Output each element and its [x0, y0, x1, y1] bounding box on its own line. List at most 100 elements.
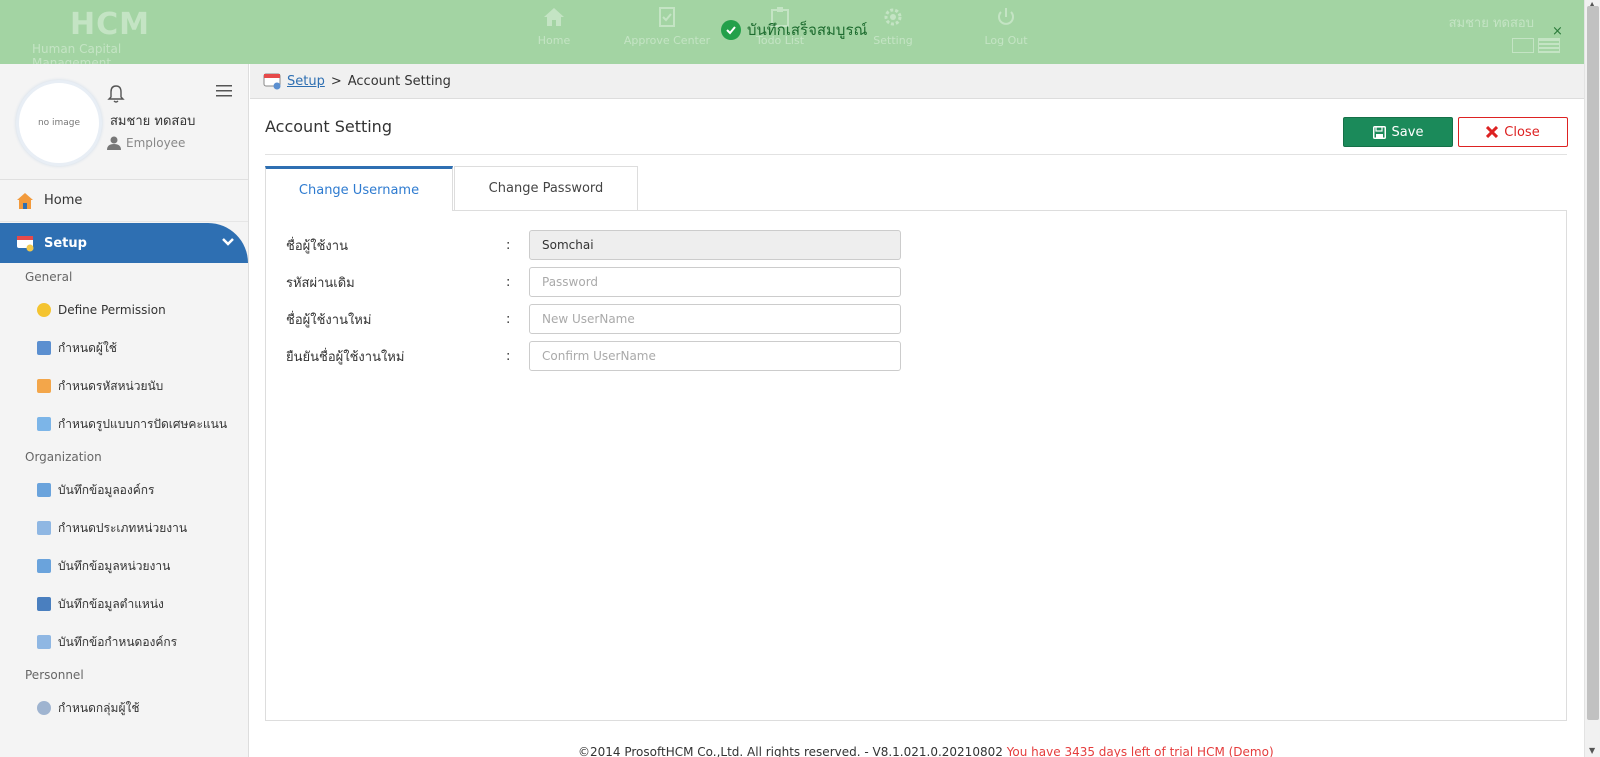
- profile-panel: no image สมชาย ทดสอบ Employee: [0, 64, 248, 180]
- sidebar: no image สมชาย ทดสอบ Employee Home Setup…: [0, 64, 249, 757]
- toast-message: บันทึกเสร็จสมบูรณ์: [747, 21, 868, 39]
- sidebar-item-home[interactable]: Home: [0, 180, 248, 222]
- old-password-field[interactable]: [529, 267, 901, 297]
- breadcrumb-link-setup[interactable]: Setup: [287, 74, 325, 89]
- nav-home[interactable]: Home: [499, 6, 609, 47]
- username-label: ชื่อผู้ใช้งาน: [286, 238, 348, 254]
- home-icon: [544, 8, 564, 26]
- footer-copyright: ©2014 ProsoftHCM Co.,Ltd. All rights res…: [578, 745, 1003, 757]
- sidebar-item-organization-data[interactable]: บันทึกข้อมูลองค์กร: [0, 471, 248, 509]
- scroll-down-icon[interactable]: ▼: [1589, 746, 1595, 755]
- document-icon: [37, 417, 51, 431]
- sidebar-item-user-group[interactable]: กำหนดกลุ่มผู้ใช้: [0, 689, 248, 727]
- home-icon: [17, 192, 33, 209]
- profile-name: สมชาย ทดสอบ: [110, 114, 196, 129]
- sidebar-item-rounding-format[interactable]: กำหนดรูปแบบการปัดเศษคะแนน: [0, 405, 248, 443]
- tab-change-password[interactable]: Change Password: [454, 166, 638, 210]
- sidebar-item-unit-code[interactable]: กำหนดรหัสหน่วยนับ: [0, 367, 248, 405]
- top-header: HCM Human Capital Management Home Approv…: [0, 0, 1584, 70]
- header-user-name[interactable]: สมชาย ทดสอบ: [1449, 12, 1534, 33]
- confirm-username-label: ยืนยันชื่อผู้ใช้งานใหม่: [286, 349, 405, 365]
- breadcrumb-current: Account Setting: [347, 73, 451, 89]
- sidebar-item-label: กำหนดผู้ใช้: [58, 340, 117, 355]
- org-chart-icon: [37, 597, 51, 611]
- bell-icon[interactable]: [107, 84, 125, 104]
- sidebar-item-setup[interactable]: Setup: [0, 223, 248, 263]
- calculator-icon: [37, 379, 51, 393]
- sidebar-item-unit-data[interactable]: บันทึกข้อมูลหน่วยงาน: [0, 547, 248, 585]
- sidebar-item-label: บันทึกข้อมูลหน่วยงาน: [58, 558, 171, 573]
- confirm-username-field[interactable]: [529, 341, 901, 371]
- language-flag-us-icon[interactable]: [1538, 38, 1560, 53]
- sidebar-item-label: กำหนดกลุ่มผู้ใช้: [58, 700, 140, 715]
- new-username-label: ชื่อผู้ใช้งานใหม่: [286, 312, 372, 328]
- sidebar-item-unit-type[interactable]: กำหนดประเภทหน่วยงาน: [0, 509, 248, 547]
- setup-icon: [263, 73, 281, 90]
- profile-role-label: Employee: [126, 136, 186, 150]
- sidebar-item-label: บันทึกข้อมูลองค์กร: [58, 482, 155, 497]
- nav-approve-center[interactable]: Approve Center: [612, 6, 722, 47]
- username-field[interactable]: [529, 230, 901, 260]
- sidebar-item-label: บันทึกข้อกำหนดองค์กร: [58, 634, 178, 649]
- nav-setting-label: Setting: [873, 34, 913, 47]
- title-divider: [265, 154, 1567, 155]
- chevron-down-icon: [222, 238, 234, 246]
- sidebar-item-label: กำหนดรหัสหน่วยนับ: [58, 378, 164, 393]
- close-button[interactable]: Close: [1458, 117, 1568, 147]
- sidebar-item-label: บันทึกข้อมูลตำแหน่ง: [58, 596, 164, 611]
- gear-icon: [884, 8, 902, 26]
- sidebar-home-label: Home: [44, 193, 83, 208]
- language-flag-icon[interactable]: [1512, 38, 1534, 53]
- user-group-icon: [37, 701, 51, 715]
- logo-mark: HCM: [70, 7, 150, 42]
- form-row-old-password: รหัสผ่านเดิม :: [286, 267, 530, 297]
- nav-approve-label: Approve Center: [623, 34, 711, 47]
- building-icon: [37, 483, 51, 497]
- new-username-field[interactable]: [529, 304, 901, 334]
- footer: ©2014 ProsoftHCM Co.,Ltd. All rights res…: [578, 745, 1274, 757]
- scrollbar-thumb[interactable]: [1587, 6, 1599, 720]
- tab-change-username[interactable]: Change Username: [265, 166, 453, 211]
- nav-logout-label: Log Out: [984, 34, 1028, 47]
- avatar[interactable]: no image: [16, 80, 102, 166]
- sidebar-item-label: กำหนดประเภทหน่วยงาน: [58, 520, 188, 535]
- save-button-label: Save: [1391, 124, 1424, 140]
- form-row-new-username: ชื่อผู้ใช้งานใหม่ :: [286, 304, 530, 334]
- sidebar-item-label: Define Permission: [58, 303, 166, 317]
- close-icon: [1486, 126, 1499, 138]
- hamburger-menu-icon[interactable]: [216, 84, 232, 98]
- nav-home-label: Home: [537, 34, 571, 47]
- floppy-disk-icon: [1372, 125, 1386, 139]
- building-icon: [37, 521, 51, 535]
- form-colon: :: [506, 348, 511, 364]
- setup-icon: [17, 236, 34, 252]
- form-colon: :: [506, 237, 511, 253]
- sidebar-group-organization: Organization: [25, 450, 102, 464]
- building-icon: [37, 635, 51, 649]
- shield-icon: [37, 303, 51, 317]
- app-logo[interactable]: HCM Human Capital Management: [32, 7, 192, 71]
- form-colon: :: [506, 311, 511, 327]
- form-row-username: ชื่อผู้ใช้งาน :: [286, 230, 530, 260]
- nav-logout[interactable]: Log Out: [951, 6, 1061, 47]
- check-circle-icon: [721, 20, 741, 40]
- sidebar-item-define-user[interactable]: กำหนดผู้ใช้: [0, 329, 248, 367]
- success-toast: บันทึกเสร็จสมบูรณ์: [721, 18, 867, 42]
- toast-close-icon[interactable]: ×: [1552, 24, 1563, 39]
- approve-icon: [659, 7, 675, 27]
- form-row-confirm-username: ยืนยันชื่อผู้ใช้งานใหม่ :: [286, 341, 530, 371]
- save-button[interactable]: Save: [1343, 117, 1453, 147]
- breadcrumb: Setup > Account Setting: [250, 64, 1584, 99]
- sidebar-setup-label: Setup: [44, 235, 87, 251]
- old-password-label: รหัสผ่านเดิม: [286, 275, 355, 291]
- page-title: Account Setting: [265, 117, 392, 136]
- profile-role: Employee: [107, 136, 185, 150]
- sidebar-item-define-permission[interactable]: Define Permission: [0, 291, 248, 329]
- power-icon: [998, 8, 1014, 25]
- sidebar-item-label: กำหนดรูปแบบการปัดเศษคะแนน: [58, 416, 228, 431]
- sidebar-item-position-data[interactable]: บันทึกข้อมูลตำแหน่ง: [0, 585, 248, 623]
- page-scrollbar[interactable]: ▲ ▼: [1584, 0, 1600, 757]
- sidebar-item-organization-rules[interactable]: บันทึกข้อกำหนดองค์กร: [0, 623, 248, 661]
- sidebar-group-personnel: Personnel: [25, 668, 84, 682]
- building-icon: [37, 559, 51, 573]
